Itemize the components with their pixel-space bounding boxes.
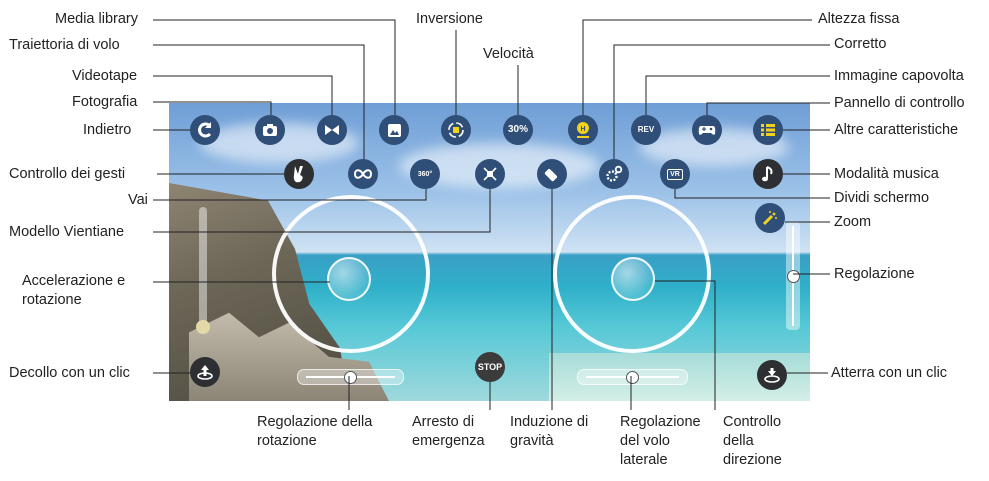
line-vientiane: [153, 189, 491, 233]
label-vientiane: Modello Vientiane: [9, 224, 125, 240]
label-accelerazione: Accelerazione e rotazione: [22, 273, 126, 308]
line-videotape: [153, 75, 333, 115]
line-dividi: [674, 189, 830, 199]
label-media-library: Media library: [55, 11, 138, 27]
line-media-library: [153, 19, 396, 115]
label-regolazione: Regolazione: [834, 266, 915, 282]
line-pannello: [706, 102, 830, 115]
label-inversione: Inversione: [416, 11, 483, 27]
label-decollo: Decollo con un clic: [9, 365, 130, 381]
label-zoom: Zoom: [834, 214, 872, 230]
line-vai: [153, 189, 427, 201]
label-regolazione-rotazione: Regolazione della rotazione: [257, 414, 373, 449]
line-controllo-direzione: [655, 280, 716, 410]
label-musica: Modalità musica: [834, 166, 939, 182]
label-induzione: Induzione di gravità: [510, 414, 589, 449]
label-velocita: Velocità: [483, 46, 534, 62]
label-dividi: Dividi schermo: [834, 190, 930, 206]
label-altezza-fissa: Altezza fissa: [818, 11, 900, 27]
label-regolazione-laterale: Regolazione del volo laterale: [620, 414, 701, 468]
label-altre: Altre caratteristiche: [834, 122, 959, 138]
label-immagine-capovolta: Immagine capovolta: [834, 68, 964, 84]
label-pannello: Pannello di controllo: [834, 95, 965, 111]
label-fotografia: Fotografia: [72, 94, 138, 110]
line-altezza-fissa: [582, 19, 812, 115]
label-atterra: Atterra con un clic: [831, 365, 948, 381]
label-corretto: Corretto: [834, 36, 887, 52]
label-controllo-direzione: Controllo della direzione: [723, 414, 782, 468]
line-fotografia: [153, 101, 272, 115]
label-vai: Vai: [128, 192, 148, 208]
label-indietro: Indietro: [83, 122, 132, 138]
label-gesti: Controllo dei gesti: [9, 166, 126, 182]
drone-app-diagram: 30% H REV 360° VR STOP Media library Inv…: [0, 0, 989, 481]
line-immagine-capovolta: [645, 75, 830, 115]
label-arresto: Arresto di emergenza: [412, 414, 485, 449]
label-traiettoria: Traiettoria di volo: [9, 37, 120, 53]
label-videotape: Videotape: [72, 68, 138, 84]
